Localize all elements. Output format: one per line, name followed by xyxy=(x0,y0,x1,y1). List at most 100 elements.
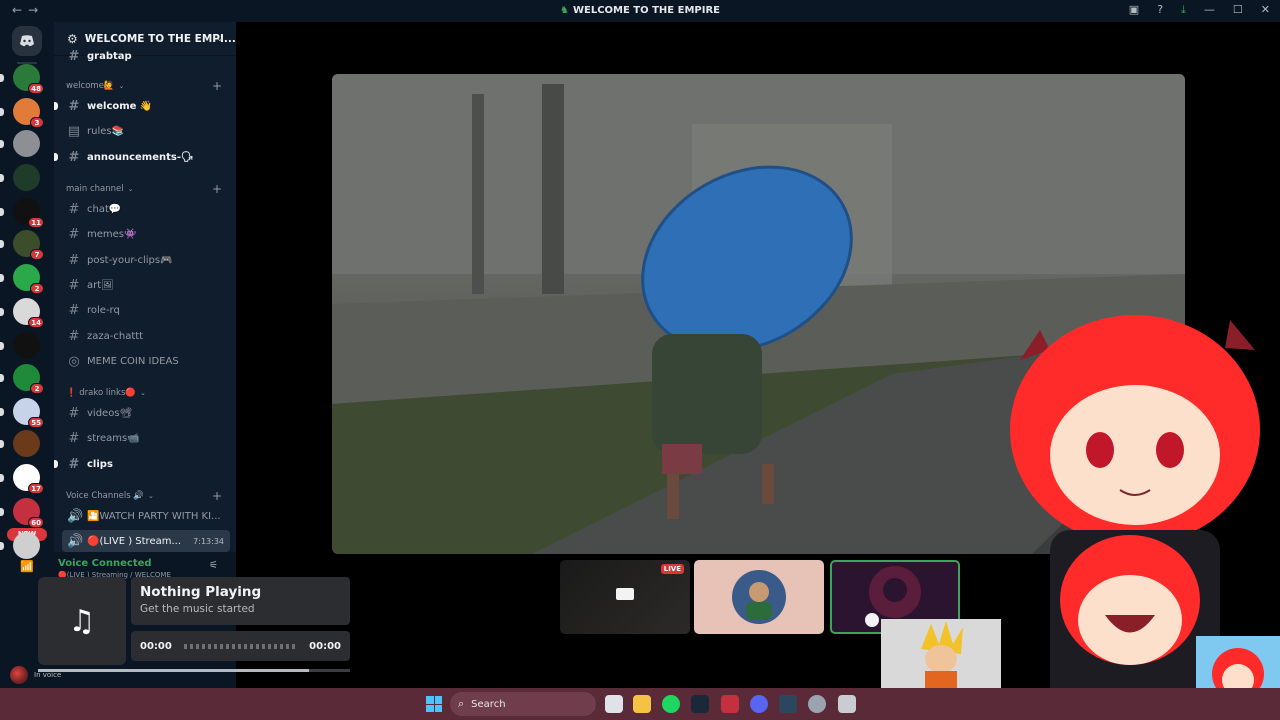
channel-label: 🔴(LIVE ) Stream... xyxy=(87,535,182,547)
windows-start-icon[interactable] xyxy=(426,696,442,712)
file-explorer-icon[interactable] xyxy=(633,695,651,713)
forum-icon: ◎ xyxy=(68,353,80,369)
channel-announcements[interactable]: # announcements-🗣 xyxy=(54,146,230,168)
speaker-icon: 🔊 xyxy=(67,508,84,524)
playback-progress[interactable]: 00:00 00:00 xyxy=(131,631,350,661)
close-button[interactable]: ✕ xyxy=(1261,3,1270,17)
channel-streams[interactable]: # streams📹 xyxy=(62,427,230,449)
app-icon[interactable] xyxy=(721,695,739,713)
guild-icon: ⚙ xyxy=(67,31,78,46)
now-playing-info: Nothing Playing Get the music started xyxy=(131,577,350,625)
spotify-icon[interactable] xyxy=(662,695,680,713)
channel-icon: ♞ xyxy=(560,5,569,16)
unread-pill xyxy=(0,308,4,316)
server-icon[interactable] xyxy=(13,430,40,457)
server-icon[interactable] xyxy=(13,532,40,559)
category-welcome[interactable]: welcome🙋 ⌄ + xyxy=(66,79,230,93)
channel-role-rq[interactable]: # role-rq xyxy=(62,299,230,321)
category-voice-channels[interactable]: Voice Channels 🔊 ⌄ + xyxy=(66,489,230,503)
voice-channel-watch-party[interactable]: 🔊 🎦WATCH PARTY WITH KI... xyxy=(62,505,230,527)
server-icon[interactable]: 48 xyxy=(13,64,44,94)
channel-grabtap[interactable]: # grabtap xyxy=(62,45,230,67)
task-view-icon[interactable] xyxy=(605,695,623,713)
add-channel-icon[interactable]: + xyxy=(212,489,222,503)
unread-pill xyxy=(0,342,4,350)
channel-art[interactable]: # art🖼 xyxy=(62,274,230,296)
hash-icon: # xyxy=(68,302,80,318)
hash-icon: # xyxy=(68,226,80,242)
taskbar-search[interactable]: ⌕ Search xyxy=(450,692,596,716)
channel-zaza-chattt[interactable]: # zaza-chattt xyxy=(62,325,230,347)
channel-memes[interactable]: # memes👾 xyxy=(62,223,230,245)
unread-pill xyxy=(0,474,4,482)
hash-icon: # xyxy=(68,328,80,344)
scrub-bar[interactable] xyxy=(38,669,350,672)
category-main-channel[interactable]: main channel ⌄ + xyxy=(66,182,230,196)
voice-status[interactable]: Voice Connected xyxy=(58,558,152,569)
progress-track[interactable] xyxy=(183,643,298,649)
avatar[interactable] xyxy=(10,666,28,684)
guild-name: WELCOME TO THE EMPI... xyxy=(84,32,236,45)
server-icon[interactable]: 17 xyxy=(13,464,44,494)
app-icon-2[interactable] xyxy=(838,695,856,713)
channel-chat[interactable]: # chat💬 xyxy=(62,198,230,220)
steam-alt-icon[interactable] xyxy=(779,695,797,713)
channel-clips[interactable]: # clips xyxy=(54,453,230,475)
server-icon[interactable] xyxy=(13,130,40,157)
discord-home-button[interactable] xyxy=(12,26,42,56)
help-icon[interactable]: ? xyxy=(1157,3,1163,17)
noise-suppression-icon[interactable]: ⚟ xyxy=(209,560,218,571)
channel-label: welcome 👋 xyxy=(87,100,153,112)
channel-rules[interactable]: ▤ rules📚 xyxy=(62,120,230,142)
add-channel-icon[interactable]: + xyxy=(212,79,222,93)
unread-pill xyxy=(0,74,4,82)
server-icon[interactable]: 11 xyxy=(13,198,44,228)
music-note-icon: ♫ xyxy=(38,577,126,665)
server-icon[interactable]: 55 xyxy=(13,398,44,428)
participant-tile-stream[interactable]: LIVE xyxy=(560,560,690,634)
participant-tile-user[interactable] xyxy=(694,560,824,634)
inbox-icon[interactable]: ▣ xyxy=(1129,3,1139,17)
channel-welcome[interactable]: # welcome 👋 xyxy=(54,95,230,117)
server-icon[interactable]: 60 xyxy=(13,498,44,528)
minimize-button[interactable]: — xyxy=(1204,3,1215,17)
hash-icon: # xyxy=(68,252,80,268)
voice-channel-live-stream[interactable]: 🔊 🔴(LIVE ) Stream... 7:13:34 xyxy=(62,530,230,552)
mention-badge: 60 xyxy=(28,517,44,528)
category-label: Voice Channels 🔊 xyxy=(66,491,144,501)
channel-label: streams📹 xyxy=(87,432,140,444)
steam-icon[interactable] xyxy=(691,695,709,713)
unread-pill xyxy=(0,508,4,516)
mention-badge: 3 xyxy=(30,117,44,128)
server-icon[interactable]: 2 xyxy=(13,364,44,394)
server-icon[interactable] xyxy=(13,332,40,359)
add-channel-icon[interactable]: + xyxy=(212,182,222,196)
unread-pill xyxy=(0,408,4,416)
unread-pill xyxy=(0,542,4,550)
hash-icon: # xyxy=(68,405,80,421)
server-icon[interactable]: 14 xyxy=(13,298,44,328)
category-drako-links[interactable]: ❗ drako links🔴 ⌄ xyxy=(66,386,230,400)
channel-videos[interactable]: # videos📽 xyxy=(62,402,230,424)
chevron-down-icon[interactable]: ⌄ xyxy=(216,33,224,44)
server-icon[interactable] xyxy=(13,164,40,191)
search-icon: ⌕ xyxy=(458,697,465,710)
mention-badge: 14 xyxy=(28,317,44,328)
download-icon[interactable]: ⤓ xyxy=(1181,3,1186,17)
discord-icon[interactable] xyxy=(750,695,768,713)
rules-icon: ▤ xyxy=(67,123,81,139)
window-controls: ▣ ? ⤓ — ☐ ✕ xyxy=(1129,3,1270,17)
now-playing-widget: ♫ Nothing Playing Get the music started … xyxy=(38,577,350,672)
channel-label: art🖼 xyxy=(87,279,114,291)
channel-meme-coin-ideas[interactable]: ◎ MEME COIN IDEAS xyxy=(62,350,230,372)
obs-icon[interactable] xyxy=(808,695,826,713)
signal-icon: 📶 xyxy=(20,560,34,573)
server-icon[interactable]: 7 xyxy=(13,230,44,260)
caret-icon: ⌄ xyxy=(118,82,125,90)
channel-label: chat💬 xyxy=(87,203,122,215)
channel-post-your-clips[interactable]: # post-your-clips🎮 xyxy=(62,249,230,271)
server-icon[interactable]: 3 xyxy=(13,98,44,128)
server-icon[interactable]: 2 xyxy=(13,264,44,294)
maximize-button[interactable]: ☐ xyxy=(1233,3,1243,17)
hash-icon: # xyxy=(68,430,80,446)
